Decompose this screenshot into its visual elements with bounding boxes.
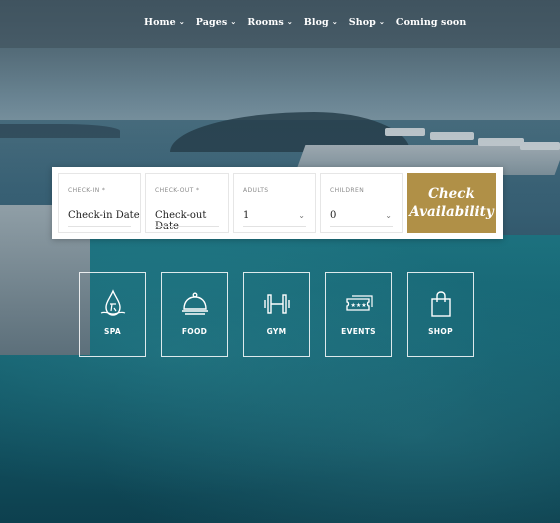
nav-item-label: Coming soon <box>395 17 467 28</box>
hero-overlay <box>0 0 560 523</box>
field-underline <box>155 226 219 227</box>
adults-select[interactable]: ADULTS 1 ⌄ <box>233 173 316 233</box>
chevron-down-icon: ⌄ <box>378 17 385 26</box>
amenity-label: GYM <box>266 327 287 336</box>
nav-item-shop[interactable]: Shop ⌄ <box>349 17 385 28</box>
amenity-events[interactable]: ★★★ EVENTS <box>325 272 392 357</box>
amenity-label: EVENTS <box>341 327 376 336</box>
checkout-label: CHECK-OUT * <box>155 187 200 194</box>
nav-item-home[interactable]: Home ⌄ <box>144 17 185 28</box>
amenity-label: SHOP <box>428 327 453 336</box>
amenity-label: SPA <box>104 327 121 336</box>
shopping-bag-icon <box>431 291 451 317</box>
checkout-input[interactable]: Check-out Date <box>155 210 228 232</box>
check-availability-button[interactable]: Check Availability <box>407 173 496 233</box>
field-underline <box>243 226 306 227</box>
children-label: CHILDREN <box>330 187 365 194</box>
booking-form: CHECK-IN * Check-in Date CHECK-OUT * Che… <box>52 167 503 239</box>
svg-text:★★★: ★★★ <box>351 302 367 309</box>
adults-label: ADULTS <box>243 187 269 194</box>
field-underline <box>330 226 393 227</box>
amenity-label: FOOD <box>181 327 208 336</box>
checkin-label: CHECK-IN * <box>68 187 106 194</box>
nav-item-label: Rooms <box>247 17 284 28</box>
nav-item-pages[interactable]: Pages ⌄ <box>196 17 237 28</box>
chevron-down-icon: ⌄ <box>298 211 305 220</box>
nav-item-blog[interactable]: Blog ⌄ <box>304 17 338 28</box>
nav-item-label: Blog <box>303 17 329 28</box>
nav-item-rooms[interactable]: Rooms ⌄ <box>247 17 292 28</box>
nav-menu: Home ⌄ Pages ⌄ Rooms ⌄ Blog ⌄ Shop ⌄ Coming s… <box>144 17 477 28</box>
amenity-food[interactable]: FOOD <box>161 272 228 357</box>
dumbbell-icon <box>264 294 290 314</box>
food-cloche-icon <box>182 292 208 315</box>
adults-value: 1 <box>243 210 250 221</box>
chevron-down-icon: ⌄ <box>331 17 338 26</box>
checkin-input[interactable]: Check-in Date <box>68 210 140 221</box>
amenity-shop[interactable]: SHOP <box>407 272 474 357</box>
field-underline <box>68 226 131 227</box>
nav-item-label: Pages <box>195 17 228 28</box>
chevron-down-icon: ⌄ <box>178 17 185 26</box>
spa-drop-icon <box>100 289 126 316</box>
tickets-icon: ★★★ <box>346 295 373 311</box>
nav-item-label: Home <box>144 17 176 28</box>
chevron-down-icon: ⌄ <box>385 211 392 220</box>
chevron-down-icon: ⌄ <box>230 17 237 26</box>
amenity-spa[interactable]: SPA <box>79 272 146 357</box>
children-value: 0 <box>330 210 337 221</box>
children-select[interactable]: CHILDREN 0 ⌄ <box>320 173 403 233</box>
checkin-field[interactable]: CHECK-IN * Check-in Date <box>58 173 141 233</box>
checkout-field[interactable]: CHECK-OUT * Check-out Date <box>145 173 229 233</box>
chevron-down-icon: ⌄ <box>286 17 293 26</box>
nav-item-label: Shop <box>348 17 376 28</box>
amenity-gym[interactable]: GYM <box>243 272 310 357</box>
nav-item-coming-soon[interactable]: Coming soon <box>396 17 466 28</box>
top-navigation: Home ⌄ Pages ⌄ Rooms ⌄ Blog ⌄ Shop ⌄ Coming s… <box>0 0 560 48</box>
hero-background <box>0 0 560 523</box>
